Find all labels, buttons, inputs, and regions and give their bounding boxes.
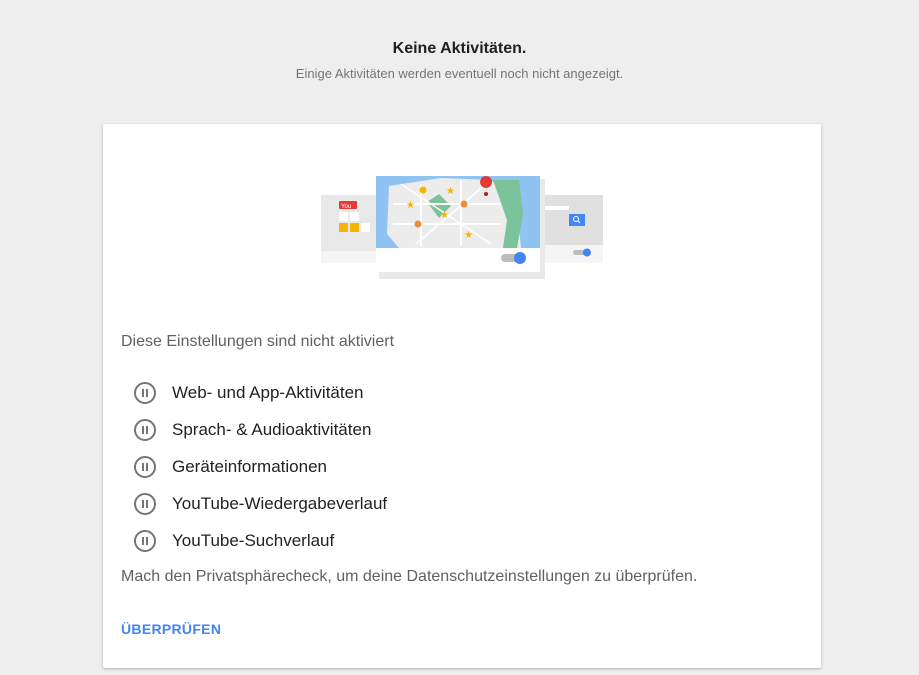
pause-circle-icon <box>134 529 156 552</box>
youtube-logo-text: You <box>341 204 351 210</box>
svg-text:★: ★ <box>464 230 473 241</box>
map-card: ★ ★ ★ ★ <box>376 176 540 272</box>
setting-label: Geräteinformationen <box>172 456 327 476</box>
svg-text:★: ★ <box>406 200 415 211</box>
page-title: Keine Aktivitäten. <box>392 40 527 57</box>
setting-item-device-information: Geräteinformationen <box>133 448 733 485</box>
privacy-check-text: Mach den Privatsphärecheck, um deine Dat… <box>121 568 698 585</box>
svg-text:★: ★ <box>440 210 449 221</box>
search-panel <box>539 195 603 263</box>
setting-item-voice-audio-activity: Sprach- & Audioaktivitäten <box>133 411 733 448</box>
setting-item-youtube-search-history: YouTube-Suchverlauf <box>133 522 733 559</box>
setting-label: YouTube-Suchverlauf <box>172 530 335 550</box>
review-button[interactable]: ÜBERPRÜFEN <box>121 621 221 637</box>
pause-circle-icon <box>134 381 156 404</box>
youtube-panel: You <box>321 195 381 263</box>
setting-label: Sprach- & Audioaktivitäten <box>172 419 372 439</box>
pause-circle-icon <box>134 418 156 441</box>
pause-circle-icon <box>134 455 156 478</box>
setting-label: Web- und App-Aktivitäten <box>172 382 364 402</box>
activity-card: You ★ ★ ★ ★ Diese Einstellungen sind nic… <box>103 124 821 668</box>
setting-label: YouTube-Wiedergabeverlauf <box>172 493 388 513</box>
settings-list: Web- und App-Aktivitäten Sprach- & Audio… <box>133 374 733 559</box>
page-subtitle: Einige Aktivitäten werden eventuell noch… <box>295 66 624 81</box>
svg-text:★: ★ <box>446 186 455 197</box>
setting-item-youtube-watch-history: YouTube-Wiedergabeverlauf <box>133 485 733 522</box>
activity-illustration: You ★ ★ ★ ★ <box>321 176 603 279</box>
pause-circle-icon <box>134 492 156 515</box>
setting-item-web-app-activity: Web- und App-Aktivitäten <box>133 374 733 411</box>
settings-intro: Diese Einstellungen sind nicht aktiviert <box>121 333 395 350</box>
